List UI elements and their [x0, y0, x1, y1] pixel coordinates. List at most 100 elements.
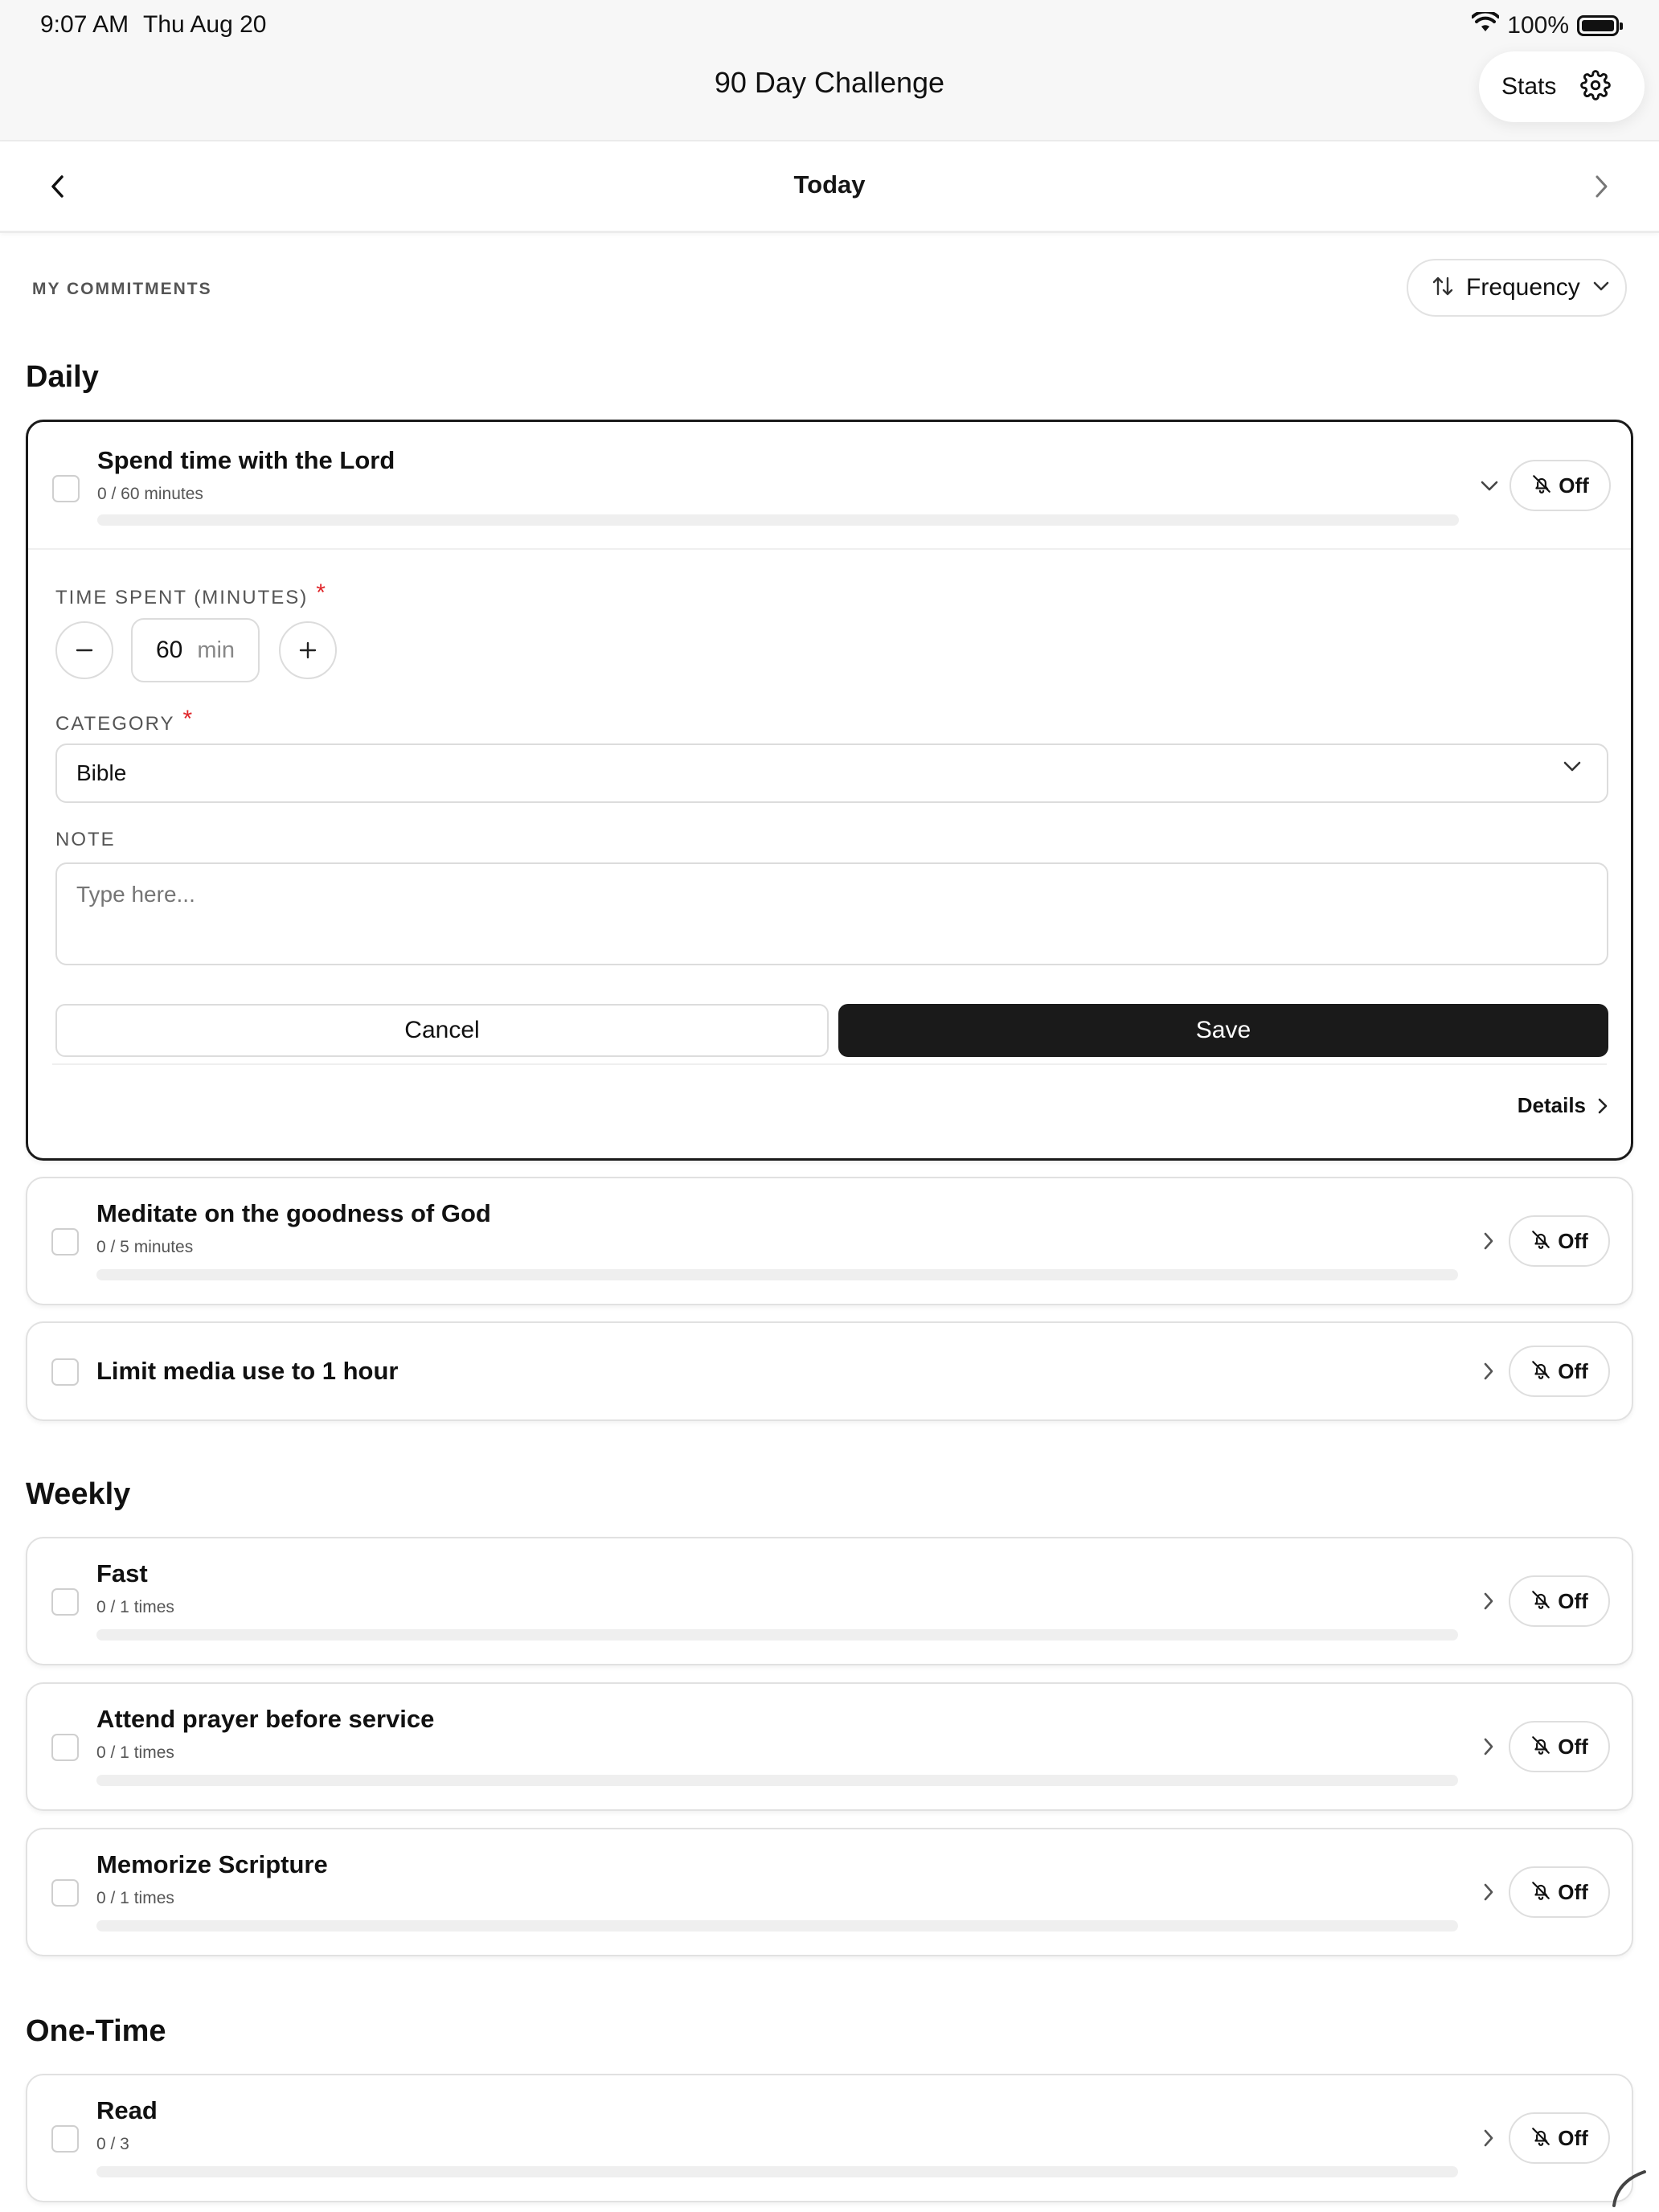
bell-off-icon	[1530, 2126, 1551, 2151]
sort-frequency-button[interactable]: Frequency	[1407, 259, 1627, 317]
commitment-card[interactable]: Fast 0 / 1 times Off	[26, 1537, 1633, 1665]
resize-handle-icon	[1606, 2161, 1654, 2209]
plus-icon	[299, 641, 317, 659]
chevron-right-icon	[1598, 1098, 1608, 1113]
reminder-toggle[interactable]: Off	[1509, 1215, 1610, 1267]
reminder-toggle[interactable]: Off	[1509, 1866, 1610, 1918]
section-daily: Daily	[26, 360, 99, 394]
commitment-title: Meditate on the goodness of God	[96, 1199, 491, 1227]
bell-off-icon	[1530, 1359, 1551, 1384]
commitment-title: Fast	[96, 1559, 148, 1587]
commitments-heading: MY COMMITMENTS	[32, 280, 212, 298]
open-commitment-button[interactable]	[1474, 2124, 1503, 2153]
required-marker: *	[316, 580, 327, 606]
progress-bar	[96, 1629, 1458, 1641]
gear-icon[interactable]	[1580, 69, 1612, 104]
sort-icon	[1431, 274, 1455, 302]
commitment-card[interactable]: Limit media use to 1 hour Off	[26, 1321, 1633, 1421]
collapse-button[interactable]	[1475, 472, 1504, 501]
reminder-toggle[interactable]: Off	[1509, 2112, 1610, 2164]
reminder-label: Off	[1558, 1734, 1588, 1759]
commitment-card[interactable]: Memorize Scripture 0 / 1 times Off	[26, 1828, 1633, 1956]
header-actions: Stats	[1479, 51, 1645, 122]
commitment-card[interactable]: Read 0 / 3 Off	[26, 2074, 1633, 2202]
reminder-toggle[interactable]: Off	[1509, 460, 1611, 511]
progress-bar	[96, 2166, 1458, 2177]
chevron-right-icon	[1484, 1738, 1493, 1755]
wifi-icon	[1471, 10, 1501, 39]
reminder-label: Off	[1558, 2125, 1588, 2150]
commitment-card[interactable]: Meditate on the goodness of God 0 / 5 mi…	[26, 1177, 1633, 1305]
sort-label: Frequency	[1466, 274, 1580, 301]
chevron-right-icon	[1596, 175, 1608, 198]
chevron-down-icon	[1562, 760, 1583, 778]
commitment-title: Limit media use to 1 hour	[96, 1357, 399, 1385]
commitment-progress-text: 0 / 1 times	[96, 1743, 174, 1762]
commitment-checkbox[interactable]	[51, 1879, 79, 1907]
commitment-title[interactable]: Spend time with the Lord	[97, 446, 395, 475]
minutes-input[interactable]: 60 min	[131, 618, 260, 682]
divider	[52, 1063, 1607, 1065]
chevron-right-icon	[1484, 1883, 1493, 1901]
cancel-button[interactable]: Cancel	[55, 1004, 829, 1057]
reminder-label: Off	[1559, 473, 1589, 498]
progress-bar	[97, 514, 1459, 526]
increment-button[interactable]	[279, 621, 337, 679]
commitment-card-expanded: Spend time with the Lord 0 / 60 minutes …	[26, 420, 1633, 1161]
commitment-checkbox[interactable]	[51, 2125, 79, 2153]
chevron-right-icon	[1484, 1232, 1493, 1250]
commitment-checkbox[interactable]	[51, 1228, 79, 1256]
reminder-label: Off	[1558, 1588, 1588, 1613]
commitment-progress-text: 0 / 5 minutes	[96, 1238, 194, 1256]
save-button[interactable]: Save	[838, 1004, 1608, 1057]
reminder-label: Off	[1558, 1228, 1588, 1253]
top-bar: 9:07 AM Thu Aug 20 100% 90 Day Challenge…	[0, 0, 1659, 141]
commitment-checkbox[interactable]	[52, 475, 80, 502]
commitment-title: Memorize Scripture	[96, 1850, 328, 1878]
open-commitment-button[interactable]	[1474, 1587, 1503, 1616]
commitment-checkbox[interactable]	[51, 1588, 79, 1616]
reminder-label: Off	[1558, 1358, 1588, 1383]
bell-off-icon	[1531, 473, 1552, 498]
bell-off-icon	[1530, 1735, 1551, 1759]
progress-bar	[96, 1920, 1458, 1931]
progress-bar	[96, 1269, 1458, 1280]
section-weekly: Weekly	[26, 1477, 131, 1511]
decrement-button[interactable]	[55, 621, 113, 679]
commitment-checkbox[interactable]	[51, 1734, 79, 1761]
reminder-toggle[interactable]: Off	[1509, 1721, 1610, 1772]
open-commitment-button[interactable]	[1474, 1227, 1503, 1256]
minutes-value: 60	[155, 637, 183, 663]
commitment-progress-text: 0 / 3	[96, 2135, 129, 2153]
commitment-title: Attend prayer before service	[96, 1705, 435, 1733]
reminder-toggle[interactable]: Off	[1509, 1575, 1610, 1627]
minutes-unit: min	[197, 637, 236, 663]
status-indicators: 100%	[1471, 10, 1623, 42]
chevron-right-icon	[1484, 1592, 1493, 1610]
status-time: 9:07 AM	[40, 11, 129, 38]
commitment-card[interactable]: Attend prayer before service 0 / 1 times…	[26, 1682, 1633, 1811]
commitment-checkbox[interactable]	[51, 1358, 79, 1386]
category-select[interactable]: Bible	[55, 743, 1608, 803]
reminder-label: Off	[1558, 1879, 1588, 1904]
open-commitment-button[interactable]	[1474, 1878, 1503, 1907]
bell-off-icon	[1530, 1229, 1551, 1254]
commitment-title: Read	[96, 2096, 158, 2124]
chevron-down-icon	[1481, 481, 1498, 491]
time-spent-label: TIME SPENT (MINUTES) *	[55, 580, 327, 608]
stats-button[interactable]: Stats	[1501, 73, 1556, 100]
note-label: NOTE	[55, 829, 116, 850]
date-title: Today	[793, 170, 866, 199]
next-day-button[interactable]	[1585, 170, 1617, 203]
chevron-right-icon	[1484, 2129, 1493, 2147]
section-one-time: One-Time	[26, 2014, 166, 2048]
note-field[interactable]	[55, 862, 1608, 965]
open-commitment-button[interactable]	[1474, 1732, 1503, 1761]
details-link[interactable]: Details	[1518, 1093, 1608, 1118]
open-commitment-button[interactable]	[1474, 1357, 1503, 1386]
category-value: Bible	[76, 760, 127, 785]
battery-icon	[1577, 15, 1623, 36]
reminder-toggle[interactable]: Off	[1509, 1346, 1610, 1397]
chevron-down-icon	[1591, 280, 1611, 297]
battery-percent: 100%	[1507, 12, 1569, 39]
